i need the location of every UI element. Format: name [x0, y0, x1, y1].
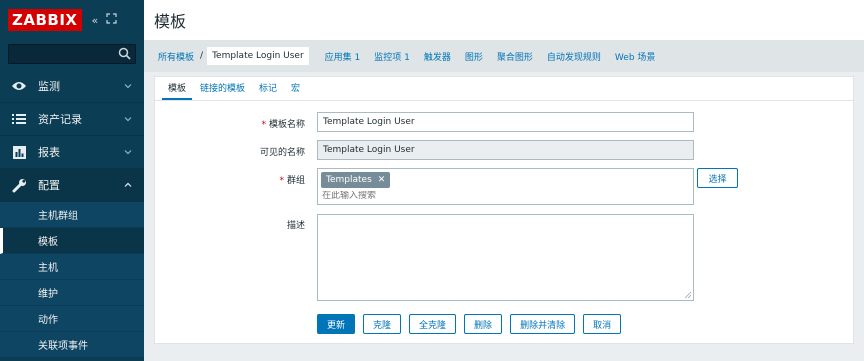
menu-label: 报表 — [38, 146, 60, 159]
delete-button[interactable]: 删除 — [464, 314, 503, 334]
menu-label: 配置 — [38, 179, 60, 192]
required-marker: * — [279, 176, 284, 186]
form-tabs: 模板 链接的模板 标记 宏 — [155, 77, 853, 101]
breadcrumb-triggers[interactable]: 触发器 — [424, 50, 451, 63]
tab-macros[interactable]: 宏 — [285, 81, 306, 100]
row-groups: *群组 Templates ✕ 选择 — [155, 168, 853, 208]
submenu-templates[interactable]: 模板 — [0, 228, 144, 254]
breadcrumb-web-scenarios[interactable]: Web 场景 — [615, 50, 655, 63]
chevron-down-icon — [124, 117, 132, 122]
breadcrumb-all-templates[interactable]: 所有模板 — [158, 50, 194, 63]
list-icon — [10, 110, 28, 128]
required-marker: * — [261, 120, 266, 130]
collapse-sidebar-icon[interactable]: « — [92, 14, 99, 27]
breadcrumb-screens[interactable]: 聚合图形 — [497, 50, 533, 63]
chevron-down-icon — [124, 84, 132, 89]
visible-name-input[interactable] — [317, 140, 694, 160]
submenu-event-correlation[interactable]: 关联项事件 — [0, 332, 144, 358]
full-clone-button[interactable]: 全克隆 — [409, 314, 457, 334]
group-chip-label: Templates — [326, 175, 372, 185]
sidebar: ZABBIX « 监测 资产记录 报表 配置 主机群组 模板 主机 维护 动作 … — [0, 0, 144, 361]
breadcrumb-separator: / — [200, 51, 204, 61]
page-header: 模板 — [144, 0, 864, 40]
groups-label: * 群组 — [279, 173, 305, 186]
groups-multiselect[interactable]: Templates ✕ — [317, 168, 694, 205]
cancel-button[interactable]: 取消 — [583, 314, 622, 334]
group-chip-templates: Templates ✕ — [321, 172, 391, 188]
tab-linked-templates[interactable]: 链接的模板 — [194, 81, 251, 100]
zabbix-logo[interactable]: ZABBIX — [8, 9, 82, 31]
chevron-up-icon — [124, 182, 132, 187]
configuration-submenu: 主机群组 模板 主机 维护 动作 关联项事件 — [0, 202, 144, 358]
tab-template[interactable]: 模板 — [162, 81, 193, 100]
sidebar-search-input[interactable] — [9, 45, 135, 63]
sidebar-header: ZABBIX « — [0, 0, 144, 40]
menu-label: 资产记录 — [38, 113, 82, 126]
template-name-label-text: 模板名称 — [268, 120, 305, 130]
search-icon[interactable] — [118, 47, 131, 60]
sidebar-search — [8, 44, 136, 64]
visible-name-label: 可见的名称 — [259, 148, 305, 158]
resize-handle-icon[interactable] — [684, 291, 692, 299]
eye-icon — [10, 77, 28, 95]
row-description: 描述 — [155, 214, 853, 304]
update-button[interactable]: 更新 — [317, 314, 356, 334]
breadcrumb-discovery-rules[interactable]: 自动发现规则 — [547, 50, 601, 63]
menu-inventory[interactable]: 资产记录 — [0, 103, 144, 136]
page-title: 模板 — [154, 12, 187, 31]
form-buttons: 更新 克隆 全克隆 删除 删除并清除 取消 — [317, 314, 622, 334]
menu-configuration[interactable]: 配置 — [0, 169, 144, 202]
row-template-name: * 模板名称 — [155, 112, 853, 134]
menu-label: 监测 — [38, 80, 60, 93]
kiosk-mode-icon[interactable] — [106, 13, 117, 27]
groups-select-button[interactable]: 选择 — [697, 168, 738, 188]
breadcrumb: 所有模板 / Template Login User 应用集 1 监控项 1 触… — [144, 40, 864, 72]
breadcrumb-items[interactable]: 监控项 1 — [374, 50, 410, 63]
breadcrumb-graphs[interactable]: 图形 — [465, 50, 483, 63]
menu-reports[interactable]: 报表 — [0, 136, 144, 169]
breadcrumb-current-template[interactable]: Template Login User — [207, 47, 309, 65]
tab-tags[interactable]: 标记 — [253, 81, 283, 100]
row-visible-name: 可见的名称 — [155, 140, 853, 162]
remove-chip-icon[interactable]: ✕ — [378, 175, 386, 185]
chevron-down-icon — [124, 150, 132, 155]
submenu-host-groups[interactable]: 主机群组 — [0, 202, 144, 228]
bar-chart-icon — [10, 143, 28, 161]
groups-label-text: 群组 — [286, 176, 305, 186]
submenu-actions[interactable]: 动作 — [0, 306, 144, 332]
groups-search-input[interactable] — [322, 191, 622, 201]
template-name-label: * 模板名称 — [261, 117, 305, 130]
breadcrumb-applications[interactable]: 应用集 1 — [325, 50, 361, 63]
description-textarea[interactable] — [317, 214, 694, 301]
main-content: 模板 所有模板 / Template Login User 应用集 1 监控项 … — [144, 0, 864, 361]
template-form-panel: 模板 链接的模板 标记 宏 *模板名称 可见的名称 *群组 Templates … — [154, 76, 854, 344]
submenu-maintenance[interactable]: 维护 — [0, 280, 144, 306]
wrench-icon — [10, 176, 28, 194]
submenu-hosts[interactable]: 主机 — [0, 254, 144, 280]
menu-monitoring[interactable]: 监测 — [0, 70, 144, 103]
delete-and-clear-button[interactable]: 删除并清除 — [510, 314, 576, 334]
clone-button[interactable]: 克隆 — [363, 314, 402, 334]
description-label: 描述 — [286, 221, 305, 231]
template-name-input[interactable] — [317, 112, 694, 132]
